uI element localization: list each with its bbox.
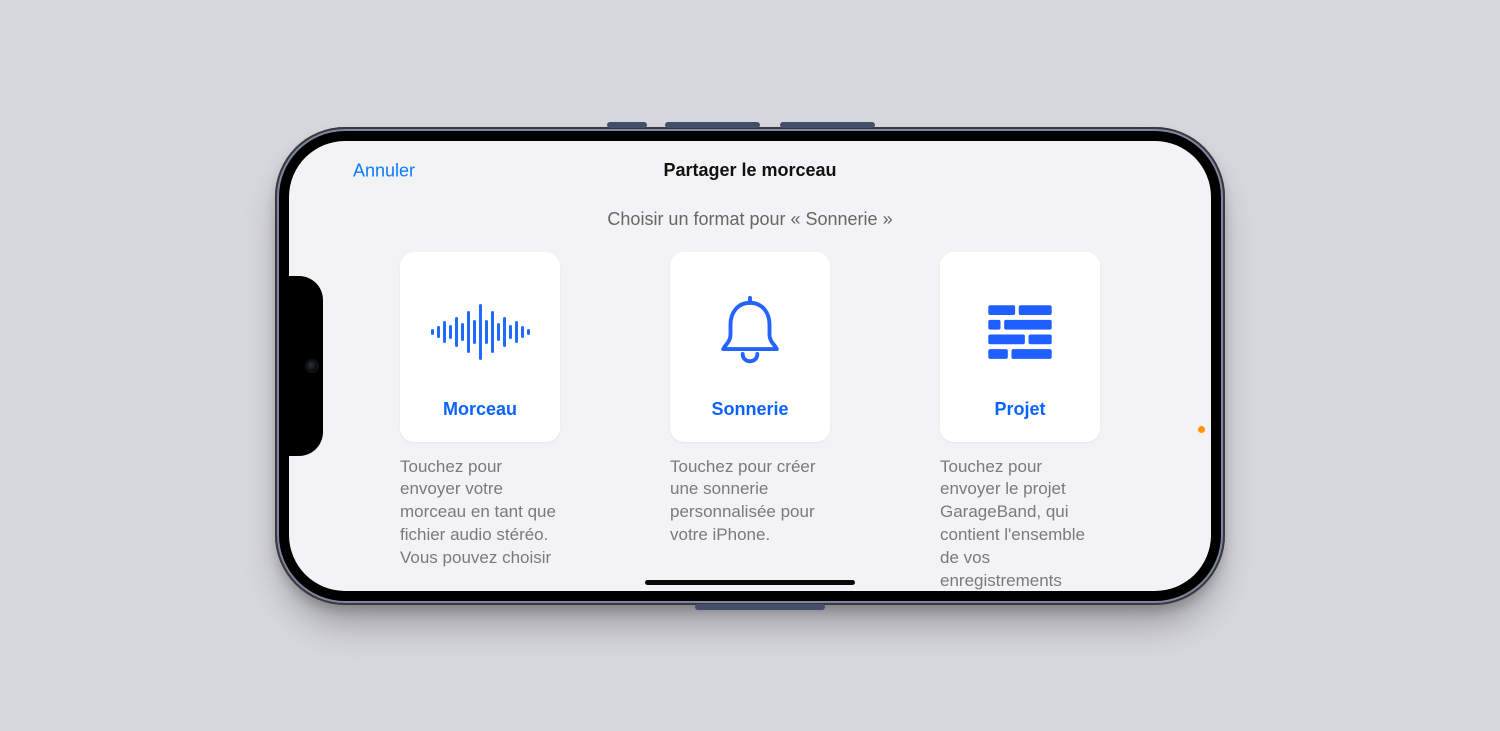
cancel-button[interactable]: Annuler [353, 160, 415, 181]
mute-switch [607, 122, 647, 128]
option-project-card[interactable]: Projet [940, 252, 1100, 442]
option-ringtone: Sonnerie Touchez pour créer une sonnerie… [670, 252, 830, 591]
option-song: Morceau Touchez pour envoyer votre morce… [400, 252, 560, 591]
notch [289, 276, 323, 456]
volume-down-button [780, 122, 875, 128]
option-song-card[interactable]: Morceau [400, 252, 560, 442]
home-indicator[interactable] [645, 580, 855, 585]
option-ringtone-description: Touchez pour créer une sonnerie personna… [670, 456, 830, 548]
page-title: Partager le morceau [663, 160, 836, 181]
option-song-description: Touchez pour envoyer votre morceau en ta… [400, 456, 560, 571]
screen: Annuler Partager le morceau Choisir un f… [289, 141, 1211, 591]
option-song-label: Morceau [443, 399, 517, 420]
option-project-description: Touchez pour envoyer le projet GarageBan… [940, 456, 1100, 591]
recording-indicator-dot [1198, 426, 1205, 433]
waveform-icon [408, 270, 552, 395]
volume-up-button [665, 122, 760, 128]
nav-bar: Annuler Partager le morceau [289, 151, 1211, 191]
option-project: Projet Touchez pour envoyer le projet Ga… [940, 252, 1100, 591]
option-ringtone-label: Sonnerie [711, 399, 788, 420]
tracks-icon [948, 270, 1092, 395]
subtitle: Choisir un format pour « Sonnerie » [289, 209, 1211, 230]
bell-icon [678, 270, 822, 395]
power-button [695, 604, 825, 610]
share-sheet: Annuler Partager le morceau Choisir un f… [289, 141, 1211, 591]
format-options: Morceau Touchez pour envoyer votre morce… [289, 252, 1211, 591]
front-camera [307, 361, 317, 371]
iphone-device-frame: Annuler Partager le morceau Choisir un f… [275, 127, 1225, 605]
option-project-label: Projet [994, 399, 1045, 420]
option-ringtone-card[interactable]: Sonnerie [670, 252, 830, 442]
